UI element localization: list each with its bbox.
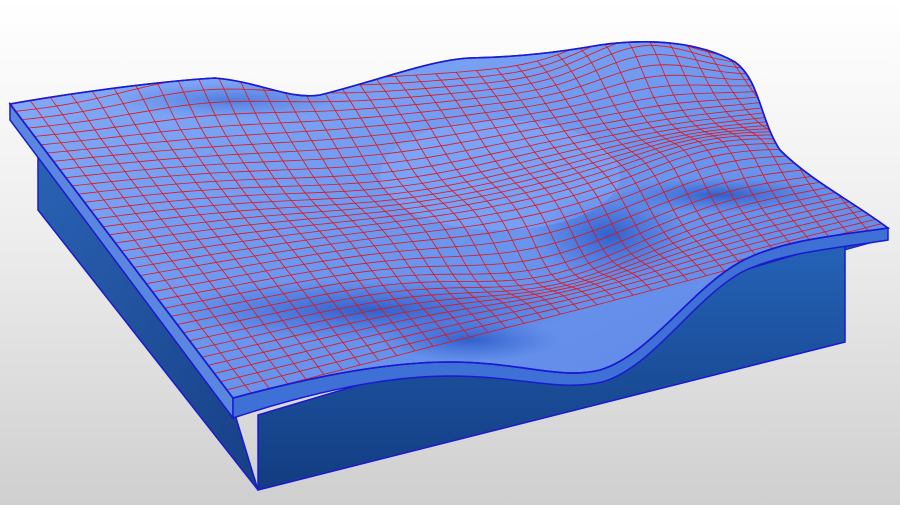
terrain-scene — [8, 41, 891, 491]
3d-viewport[interactable] — [0, 0, 900, 505]
